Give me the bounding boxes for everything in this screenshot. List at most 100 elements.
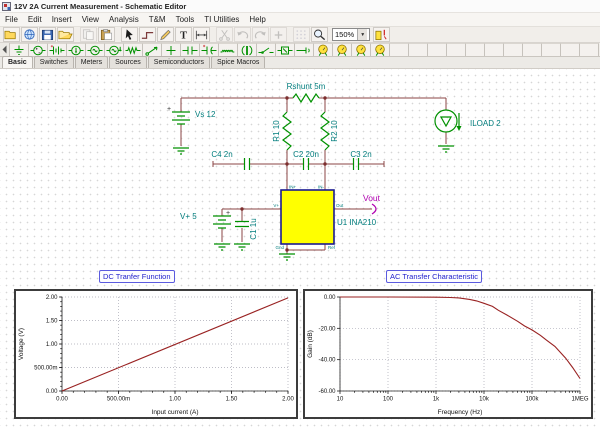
ic-pin-inn: IN- — [318, 185, 325, 190]
menu-tools[interactable]: Tools — [171, 15, 200, 24]
jumper-icon[interactable] — [162, 43, 181, 56]
voltage-generator-icon[interactable] — [86, 43, 105, 56]
palette-empty-cell — [504, 43, 523, 56]
dc-transfer-plot[interactable]: 0.00 500.00m 1.00 1.50 2.00 0.00 500.00m 1.00 1.… — [14, 289, 298, 419]
tab-semiconductors[interactable]: Semiconductors — [147, 56, 210, 68]
palette-empty-cell — [580, 43, 599, 56]
c4-label: C4 2n — [211, 150, 232, 159]
resistor-icon[interactable] — [124, 43, 143, 56]
vout-terminal[interactable]: Vout — [363, 193, 381, 215]
voltage-source-icon[interactable] — [29, 43, 48, 56]
cursor-button[interactable] — [121, 27, 138, 42]
battery-icon[interactable] — [48, 43, 67, 56]
paste-button[interactable] — [98, 27, 115, 42]
palette-empty-cell — [409, 43, 428, 56]
c3-label: C3 2n — [350, 150, 371, 159]
svg-text:1.00: 1.00 — [169, 397, 181, 403]
pen-button[interactable] — [157, 27, 174, 42]
tab-meters[interactable]: Meters — [74, 56, 109, 68]
tab-basic[interactable]: Basic — [2, 56, 33, 68]
resistor-rshunt[interactable]: Rshunt 5m — [287, 82, 326, 104]
palette-empty-cell — [561, 43, 580, 56]
ammeter-icon[interactable] — [333, 43, 352, 56]
tab-spice-macros[interactable]: Spice Macros — [211, 56, 266, 68]
open-button[interactable] — [3, 27, 20, 42]
schematic-canvas[interactable]: + Vs 12 Rshunt 5m R1 10 R2 10 C4 2n C2 2… — [0, 69, 600, 429]
vplus-label: V+ 5 — [180, 212, 197, 221]
capacitor-c1[interactable]: C1 1u — [235, 218, 258, 240]
menu-help[interactable]: Help — [244, 15, 270, 24]
paste-glyph — [100, 29, 112, 41]
voltage-pin-icon[interactable] — [143, 43, 162, 56]
text-button[interactable]: T — [175, 27, 192, 42]
ground-icon[interactable] — [10, 43, 29, 56]
capacitor-glyph — [182, 46, 198, 54]
capacitor-c3[interactable]: C3 2n — [350, 150, 372, 170]
battery-vplus[interactable]: + V+ 5 — [180, 210, 231, 229]
svg-text:-40.00: -40.00 — [318, 358, 336, 364]
menu-bar: File Edit Insert View Analysis T&M Tools TI Uti… — [0, 13, 600, 26]
menu-analysis[interactable]: Analysis — [104, 15, 144, 24]
wire-glyph — [141, 32, 154, 39]
voltage-pin-glyph — [145, 46, 158, 56]
multimeter-icon[interactable] — [352, 43, 371, 56]
dc-plot-title[interactable]: DC Tranfer Function — [99, 270, 175, 283]
copy-button — [80, 27, 97, 42]
palette-empty-cell — [485, 43, 504, 56]
resistor-r2[interactable]: R2 10 — [320, 111, 339, 151]
resistor-r1[interactable]: R1 10 — [272, 111, 292, 151]
menu-ti-utilities[interactable]: TI Utilities — [199, 15, 244, 24]
grid-glyph — [296, 30, 306, 39]
switch-icon[interactable] — [257, 43, 276, 56]
menu-t-m[interactable]: T&M — [144, 15, 171, 24]
current-generator-icon[interactable] — [105, 43, 124, 56]
dropdown-arrow-icon[interactable]: ▼ — [357, 29, 368, 40]
probe-button[interactable] — [373, 27, 391, 42]
oscilloscope-icon[interactable] — [371, 43, 390, 56]
tab-sources[interactable]: Sources — [109, 56, 147, 68]
zoom-glyph — [314, 29, 326, 41]
save-button[interactable] — [39, 27, 56, 42]
voltmeter-icon[interactable] — [314, 43, 333, 56]
palette-empty-cell — [428, 43, 447, 56]
palette-scroll-left-button[interactable] — [0, 43, 10, 56]
menu-file[interactable]: File — [0, 15, 23, 24]
save-glyph — [41, 29, 54, 41]
dimension-button[interactable] — [193, 27, 210, 42]
iload-arrow — [456, 126, 462, 131]
wire-button[interactable] — [139, 27, 156, 42]
relay-icon[interactable] — [276, 43, 295, 56]
zoom-level-select[interactable]: 150% ▼ — [332, 28, 371, 41]
ammeter-glyph — [337, 44, 347, 56]
inductor-icon[interactable] — [219, 43, 238, 56]
current-source-icon[interactable] — [67, 43, 86, 56]
ac-plot-title[interactable]: AC Transfer Characteristic — [386, 270, 482, 283]
insert-glyph — [274, 31, 283, 39]
c2-label: C2 20n — [293, 150, 319, 159]
capacitor-c2[interactable]: C2 20n — [293, 150, 319, 170]
cursor-glyph — [125, 29, 133, 40]
output-terminal-icon[interactable] — [295, 43, 314, 56]
ic-label: U1 INA210 — [337, 218, 377, 227]
palette-empty-cell — [542, 43, 561, 56]
svg-text:10k: 10k — [479, 397, 490, 403]
capacitor-icon[interactable] — [181, 43, 200, 56]
menu-view[interactable]: View — [77, 15, 104, 24]
current-source-iload[interactable]: ILOAD 2 — [434, 109, 501, 133]
capacitor-c4[interactable]: C4 2n — [211, 150, 251, 170]
tab-switches[interactable]: Switches — [33, 56, 74, 68]
menu-edit[interactable]: Edit — [23, 15, 47, 24]
ac-transfer-plot[interactable]: 10 100 1k 10k 100k 1MEG 0.00 -20.00 -40.00 -60.00… — [303, 289, 593, 419]
menu-insert[interactable]: Insert — [47, 15, 77, 24]
palette-empty-cell — [466, 43, 485, 56]
globe-button[interactable] — [21, 27, 38, 42]
transformer-icon[interactable] — [238, 43, 257, 56]
ic-ina210[interactable]: IN+ IN- V+ Out Gnd Ref U1 INA210 — [273, 185, 376, 251]
folder-open-button[interactable] — [57, 27, 74, 42]
svg-text:2.00: 2.00 — [282, 397, 294, 403]
svg-text:T: T — [180, 31, 187, 41]
battery-vs[interactable]: + Vs 12 — [167, 106, 216, 125]
zoom-button[interactable] — [311, 27, 328, 42]
electrolytic-capacitor-icon[interactable] — [200, 43, 219, 56]
c1-label: C1 1u — [249, 218, 258, 239]
